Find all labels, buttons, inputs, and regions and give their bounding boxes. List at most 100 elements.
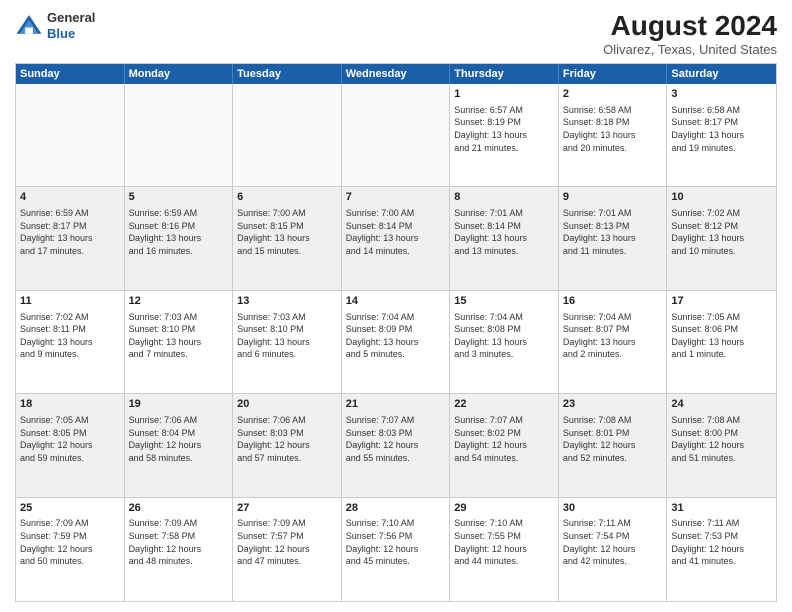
day-23: 23 Sunrise: 7:08 AM Sunset: 8:01 PM Dayli… xyxy=(559,394,668,496)
day-14: 14Sunrise: 7:04 AM Sunset: 8:09 PM Dayli… xyxy=(342,291,451,393)
day-27-text: Sunrise: 7:09 AM Sunset: 7:57 PM Dayligh… xyxy=(237,517,337,567)
day-number-7: 7 xyxy=(346,190,446,205)
day-21: 21 Sunrise: 7:07 AM Sunset: 8:03 PM Dayli… xyxy=(342,394,451,496)
day-number-30: 30 xyxy=(563,501,663,516)
day-number-5: 5 xyxy=(129,190,229,205)
day-25: 25Sunrise: 7:09 AM Sunset: 7:59 PM Dayli… xyxy=(16,498,125,601)
day-5: 5Sunrise: 6:59 AM Sunset: 8:16 PM Daylig… xyxy=(125,187,234,289)
day-26: 26Sunrise: 7:09 AM Sunset: 7:58 PM Dayli… xyxy=(125,498,234,601)
logo-icon xyxy=(15,12,43,40)
day-16-text: Sunrise: 7:04 AM Sunset: 8:07 PM Dayligh… xyxy=(563,311,663,361)
week-3: 11 Sunrise: 7:02 AM Sunset: 8:11 PM Dayli… xyxy=(16,291,776,394)
day-20-text: Sunrise: 7:06 AM Sunset: 8:03 PM Dayligh… xyxy=(237,414,337,464)
day-number-20: 20 xyxy=(237,397,337,412)
day-number-25: 25 xyxy=(20,501,120,516)
day-19: 19 Sunrise: 7:06 AM Sunset: 8:04 PM Dayli… xyxy=(125,394,234,496)
page: General Blue August 2024 Olivarez, Texas… xyxy=(0,0,792,612)
logo-general: General xyxy=(47,10,95,26)
day-2: 2 Sunrise: 6:58 AM Sunset: 8:18 PM Daylig… xyxy=(559,84,668,186)
day-6: 6Sunrise: 7:00 AM Sunset: 8:15 PM Daylig… xyxy=(233,187,342,289)
day-number-22: 22 xyxy=(454,397,554,412)
day-number-15: 15 xyxy=(454,294,554,309)
day-number-21: 21 xyxy=(346,397,446,412)
day-number-11: 11 xyxy=(20,294,120,309)
day-13-text: Sunrise: 7:03 AM Sunset: 8:10 PM Dayligh… xyxy=(237,311,337,361)
empty-cell-w0-d3 xyxy=(342,84,451,186)
day-number-23: 23 xyxy=(563,397,663,412)
header-friday: Friday xyxy=(559,64,668,84)
day-27: 27Sunrise: 7:09 AM Sunset: 7:57 PM Dayli… xyxy=(233,498,342,601)
day-number-10: 10 xyxy=(671,190,772,205)
day-22-text: Sunrise: 7:07 AM Sunset: 8:02 PM Dayligh… xyxy=(454,414,554,464)
day-number-19: 19 xyxy=(129,397,229,412)
day-23-text: Sunrise: 7:08 AM Sunset: 8:01 PM Dayligh… xyxy=(563,414,663,464)
day-9-text: Sunrise: 7:01 AM Sunset: 8:13 PM Dayligh… xyxy=(563,207,663,257)
day-number-27: 27 xyxy=(237,501,337,516)
day-number-26: 26 xyxy=(129,501,229,516)
day-16: 16 Sunrise: 7:04 AM Sunset: 8:07 PM Dayli… xyxy=(559,291,668,393)
day-number-9: 9 xyxy=(563,190,663,205)
day-24: 24 Sunrise: 7:08 AM Sunset: 8:00 PM Dayli… xyxy=(667,394,776,496)
day-8-text: Sunrise: 7:01 AM Sunset: 8:14 PM Dayligh… xyxy=(454,207,554,257)
calendar-header: Sunday Monday Tuesday Wednesday Thursday… xyxy=(16,64,776,84)
day-2-text: Sunrise: 6:58 AM Sunset: 8:18 PM Dayligh… xyxy=(563,104,663,154)
day-9: 9 Sunrise: 7:01 AM Sunset: 8:13 PM Daylig… xyxy=(559,187,668,289)
day-17-text: Sunrise: 7:05 AM Sunset: 8:06 PM Dayligh… xyxy=(671,311,772,361)
header: General Blue August 2024 Olivarez, Texas… xyxy=(15,10,777,57)
day-13: 13 Sunrise: 7:03 AM Sunset: 8:10 PM Dayli… xyxy=(233,291,342,393)
title-block: August 2024 Olivarez, Texas, United Stat… xyxy=(603,10,777,57)
day-number-24: 24 xyxy=(671,397,772,412)
day-number-1: 1 xyxy=(454,87,554,102)
day-20: 20 Sunrise: 7:06 AM Sunset: 8:03 PM Dayli… xyxy=(233,394,342,496)
day-29: 29Sunrise: 7:10 AM Sunset: 7:55 PM Dayli… xyxy=(450,498,559,601)
day-11-text: Sunrise: 7:02 AM Sunset: 8:11 PM Dayligh… xyxy=(20,311,120,361)
empty-cell-w0-d1 xyxy=(125,84,234,186)
day-4: 4 Sunrise: 6:59 AM Sunset: 8:17 PM Daylig… xyxy=(16,187,125,289)
header-sunday: Sunday xyxy=(16,64,125,84)
day-number-4: 4 xyxy=(20,190,120,205)
day-17: 17 Sunrise: 7:05 AM Sunset: 8:06 PM Dayli… xyxy=(667,291,776,393)
header-tuesday: Tuesday xyxy=(233,64,342,84)
day-number-31: 31 xyxy=(671,501,772,516)
day-28: 28Sunrise: 7:10 AM Sunset: 7:56 PM Dayli… xyxy=(342,498,451,601)
day-18: 18 Sunrise: 7:05 AM Sunset: 8:05 PM Dayli… xyxy=(16,394,125,496)
day-28-text: Sunrise: 7:10 AM Sunset: 7:56 PM Dayligh… xyxy=(346,517,446,567)
day-number-16: 16 xyxy=(563,294,663,309)
day-18-text: Sunrise: 7:05 AM Sunset: 8:05 PM Dayligh… xyxy=(20,414,120,464)
day-26-text: Sunrise: 7:09 AM Sunset: 7:58 PM Dayligh… xyxy=(129,517,229,567)
day-30: 30Sunrise: 7:11 AM Sunset: 7:54 PM Dayli… xyxy=(559,498,668,601)
day-22: 22 Sunrise: 7:07 AM Sunset: 8:02 PM Dayli… xyxy=(450,394,559,496)
week-2: 4 Sunrise: 6:59 AM Sunset: 8:17 PM Daylig… xyxy=(16,187,776,290)
day-24-text: Sunrise: 7:08 AM Sunset: 8:00 PM Dayligh… xyxy=(671,414,772,464)
day-3: 3Sunrise: 6:58 AM Sunset: 8:17 PM Daylig… xyxy=(667,84,776,186)
header-thursday: Thursday xyxy=(450,64,559,84)
header-monday: Monday xyxy=(125,64,234,84)
day-19-text: Sunrise: 7:06 AM Sunset: 8:04 PM Dayligh… xyxy=(129,414,229,464)
week-1: 1Sunrise: 6:57 AM Sunset: 8:19 PM Daylig… xyxy=(16,84,776,187)
day-7: 7 Sunrise: 7:00 AM Sunset: 8:14 PM Daylig… xyxy=(342,187,451,289)
day-21-text: Sunrise: 7:07 AM Sunset: 8:03 PM Dayligh… xyxy=(346,414,446,464)
day-4-text: Sunrise: 6:59 AM Sunset: 8:17 PM Dayligh… xyxy=(20,207,120,257)
day-31: 31Sunrise: 7:11 AM Sunset: 7:53 PM Dayli… xyxy=(667,498,776,601)
day-number-2: 2 xyxy=(563,87,663,102)
empty-cell-w0-d0 xyxy=(16,84,125,186)
day-10-text: Sunrise: 7:02 AM Sunset: 8:12 PM Dayligh… xyxy=(671,207,772,257)
day-number-13: 13 xyxy=(237,294,337,309)
day-number-18: 18 xyxy=(20,397,120,412)
day-3-text: Sunrise: 6:58 AM Sunset: 8:17 PM Dayligh… xyxy=(671,104,772,154)
day-1: 1Sunrise: 6:57 AM Sunset: 8:19 PM Daylig… xyxy=(450,84,559,186)
header-wednesday: Wednesday xyxy=(342,64,451,84)
day-29-text: Sunrise: 7:10 AM Sunset: 7:55 PM Dayligh… xyxy=(454,517,554,567)
day-number-14: 14 xyxy=(346,294,446,309)
logo: General Blue xyxy=(15,10,95,41)
logo-blue: Blue xyxy=(47,26,95,42)
calendar: Sunday Monday Tuesday Wednesday Thursday… xyxy=(15,63,777,602)
empty-cell-w0-d2 xyxy=(233,84,342,186)
day-7-text: Sunrise: 7:00 AM Sunset: 8:14 PM Dayligh… xyxy=(346,207,446,257)
day-30-text: Sunrise: 7:11 AM Sunset: 7:54 PM Dayligh… xyxy=(563,517,663,567)
day-number-8: 8 xyxy=(454,190,554,205)
day-8: 8 Sunrise: 7:01 AM Sunset: 8:14 PM Daylig… xyxy=(450,187,559,289)
title-month: August 2024 xyxy=(603,10,777,42)
day-number-17: 17 xyxy=(671,294,772,309)
day-10: 10 Sunrise: 7:02 AM Sunset: 8:12 PM Dayli… xyxy=(667,187,776,289)
